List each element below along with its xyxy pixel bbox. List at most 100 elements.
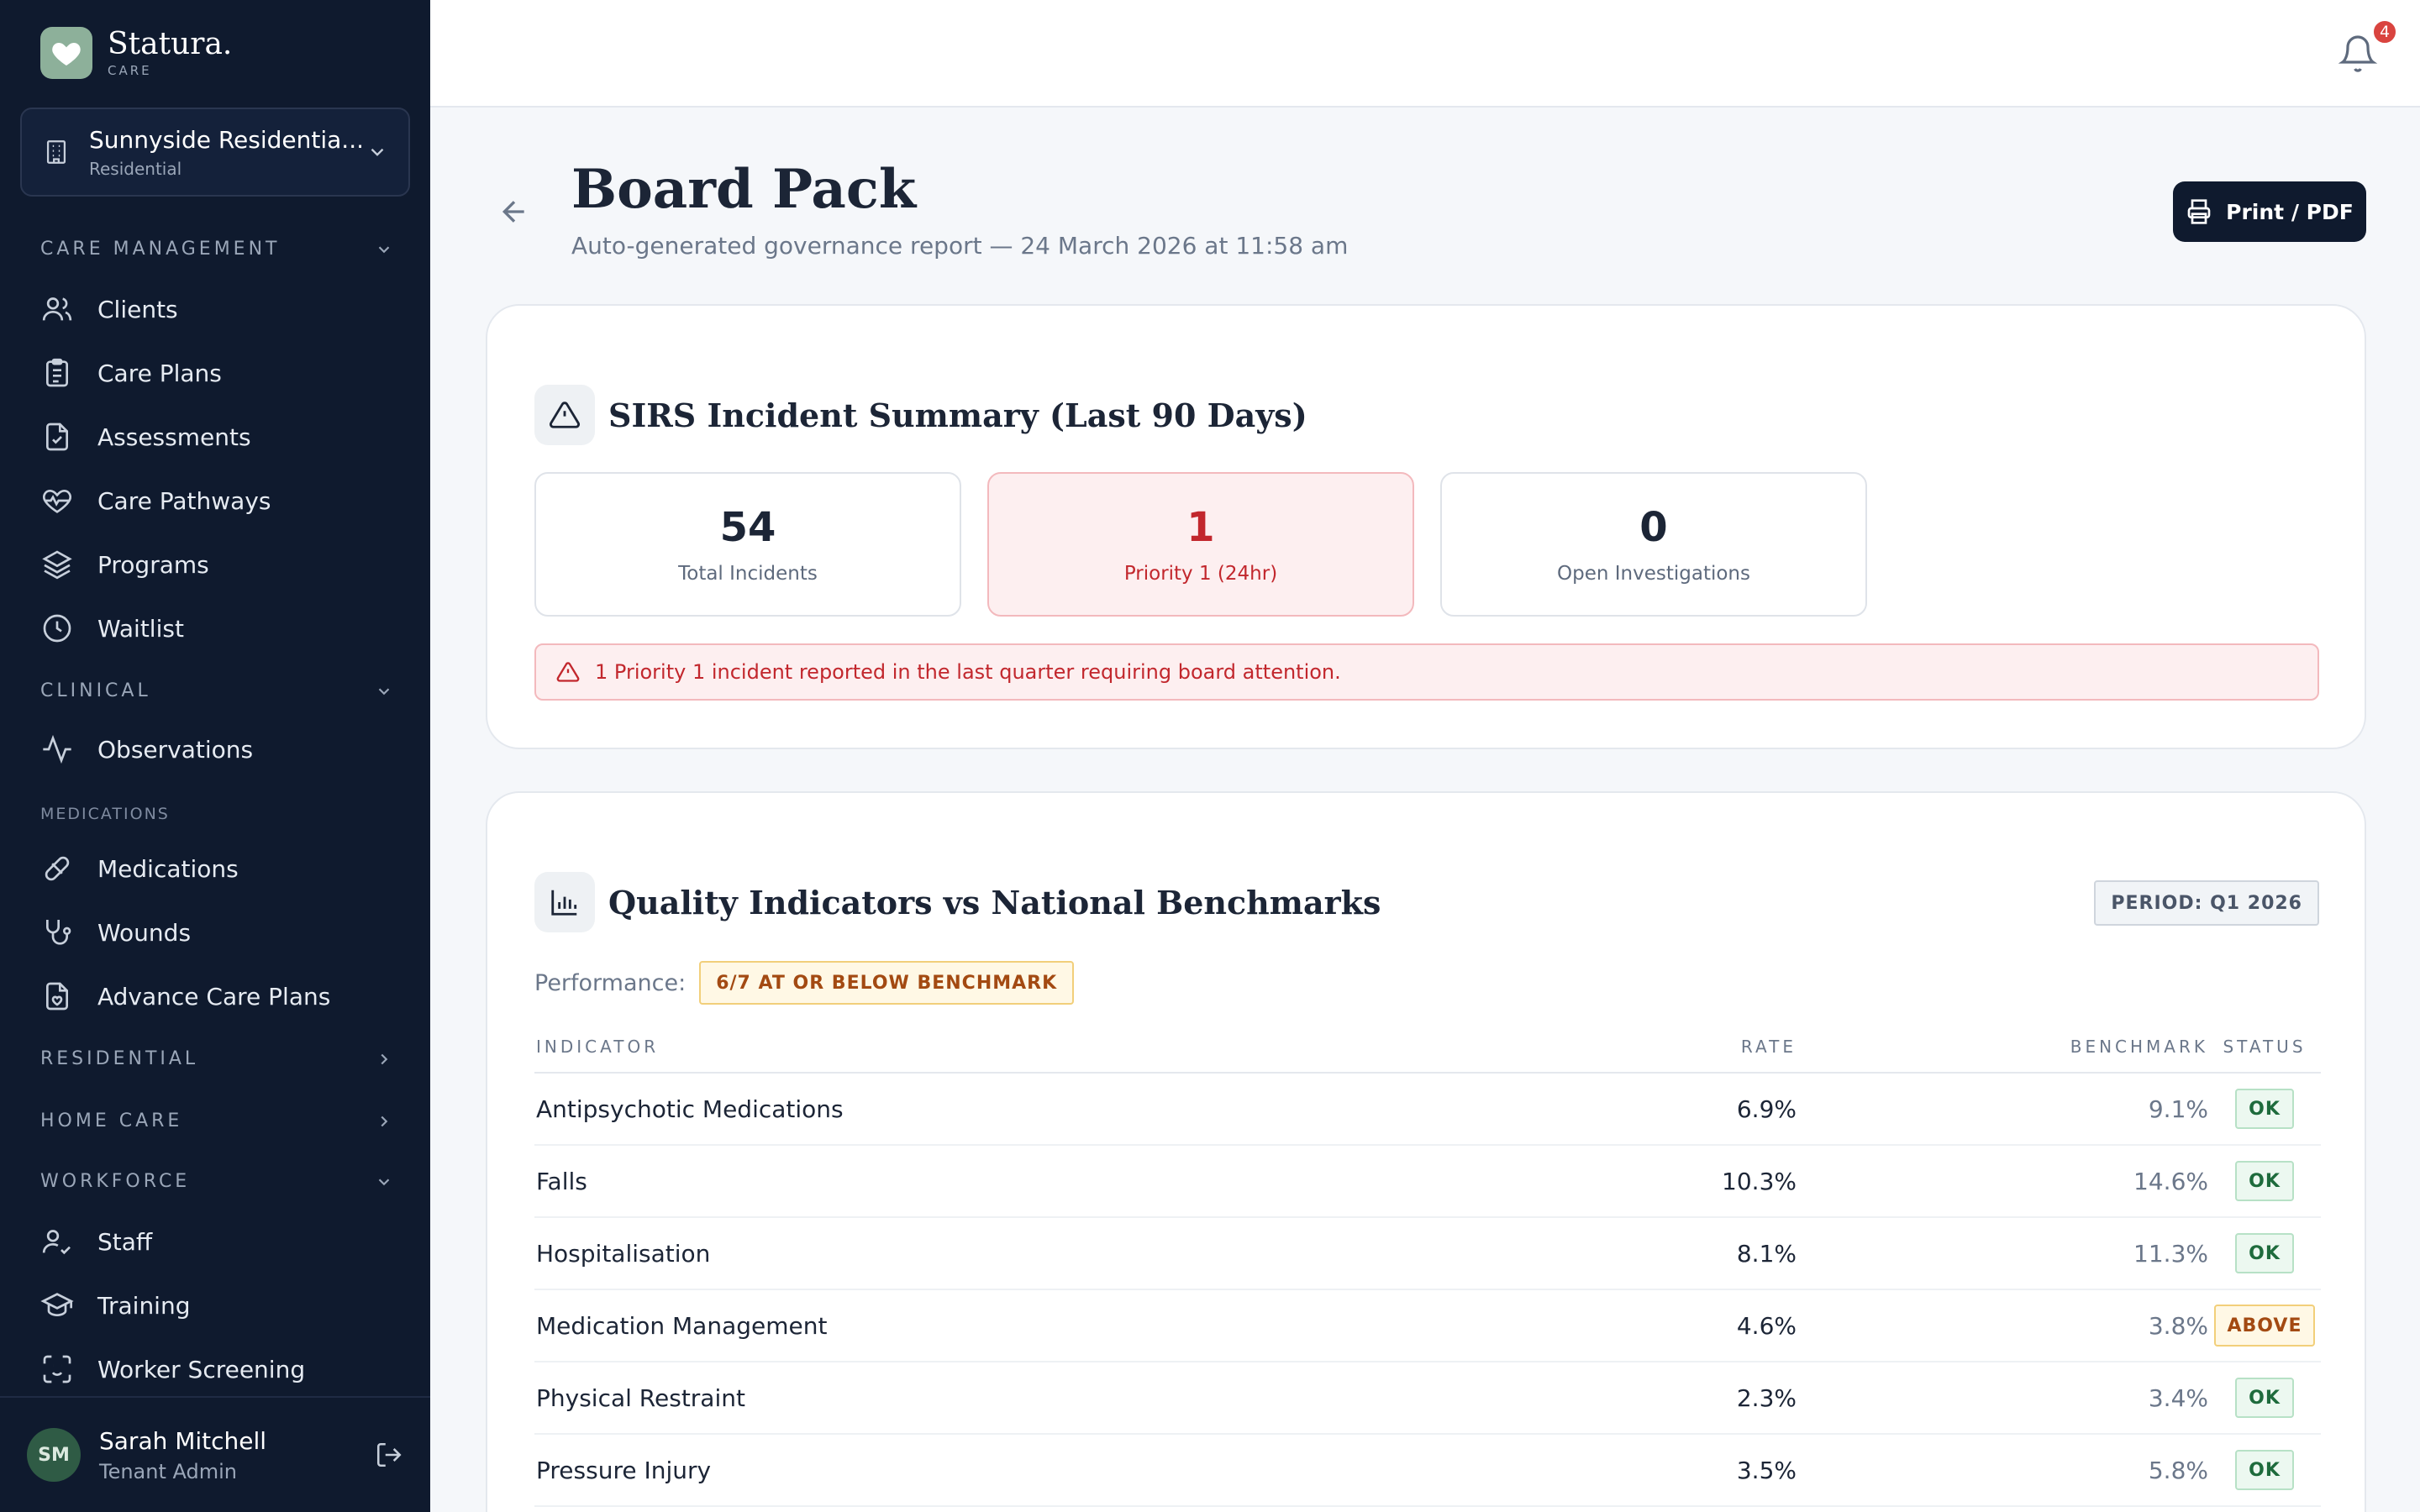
table-row: Pressure Injury 3.5% 5.8% OK xyxy=(534,1435,2321,1507)
nav-item-label: Staff xyxy=(97,1227,153,1256)
brand-sub: CARE xyxy=(108,63,152,78)
graduation-cap-icon xyxy=(40,1293,74,1317)
table-row: Antipsychotic Medications 6.9% 9.1% OK xyxy=(534,1074,2321,1146)
heart-pulse-icon xyxy=(43,489,71,513)
nav-section-home-care[interactable]: HOME CARE xyxy=(40,1110,393,1131)
nav-item-label: Advance Care Plans xyxy=(97,982,331,1011)
status-badge: OK xyxy=(2235,1450,2294,1490)
performance-label: Performance: xyxy=(534,969,687,996)
table-row: Hospitalisation 8.1% 11.3% OK xyxy=(534,1218,2321,1290)
bell-icon[interactable] xyxy=(2338,34,2378,74)
bar-chart-icon xyxy=(534,872,595,932)
nav-item-label: Medications xyxy=(97,854,239,883)
logout-icon[interactable] xyxy=(375,1441,403,1469)
site-name: Sunnyside Residentia... xyxy=(89,125,365,154)
user-role: Tenant Admin xyxy=(99,1459,238,1483)
sirs-incident-card: SIRS Incident Summary (Last 90 Days) 54 … xyxy=(486,304,2366,749)
nav-section-label: CLINICAL xyxy=(40,680,151,701)
heart-logo-icon xyxy=(40,27,92,79)
status-badge: OK xyxy=(2235,1089,2294,1129)
table-row: Falls 10.3% 14.6% OK xyxy=(534,1146,2321,1218)
nav-item-observations[interactable]: Observations xyxy=(40,726,393,773)
cell-benchmark: 3.4% xyxy=(2148,1383,2208,1412)
stat-priority-1: 1 Priority 1 (24hr) xyxy=(987,472,1414,617)
scan-face-icon xyxy=(43,1355,71,1383)
stat-label: Open Investigations xyxy=(1557,563,1750,585)
status-badge: OK xyxy=(2235,1233,2294,1273)
cell-indicator: Physical Restraint xyxy=(536,1383,745,1412)
quality-indicators-card: Quality Indicators vs National Benchmark… xyxy=(486,791,2366,1512)
chevron-down-icon xyxy=(378,245,390,253)
nav-item-label: Care Pathways xyxy=(97,486,271,515)
nav-section-workforce[interactable]: WORKFORCE xyxy=(40,1171,393,1192)
nav-item-training[interactable]: Training xyxy=(40,1282,393,1329)
nav-item-label: Worker Screening xyxy=(97,1355,306,1383)
page-subtitle: Auto-generated governance report — 24 Ma… xyxy=(571,232,1349,260)
priority-alert-banner: 1 Priority 1 incident reported in the la… xyxy=(534,643,2319,701)
alert-triangle-icon xyxy=(556,662,580,682)
table-row: Physical Restraint 2.3% 3.4% OK xyxy=(534,1362,2321,1435)
nav-item-label: Waitlist xyxy=(97,614,184,643)
clipboard-icon xyxy=(46,358,68,387)
status-badge: ABOVE xyxy=(2213,1305,2316,1347)
back-arrow-icon[interactable] xyxy=(497,195,531,228)
print-pdf-button[interactable]: Print / PDF xyxy=(2173,181,2366,242)
chevron-down-icon xyxy=(371,148,384,156)
nav-item-advance-care-plans[interactable]: Advance Care Plans xyxy=(40,973,393,1020)
nav-item-wounds[interactable]: Wounds xyxy=(40,909,393,956)
nav-item-clients[interactable]: Clients xyxy=(40,286,393,333)
nav-item-label: Assessments xyxy=(97,423,251,451)
file-heart-icon xyxy=(46,982,68,1011)
nav-item-label: Training xyxy=(97,1291,191,1320)
stat-total-incidents: 54 Total Incidents xyxy=(534,472,961,617)
cell-benchmark: 14.6% xyxy=(2133,1167,2208,1195)
nav-item-label: Clients xyxy=(97,295,178,323)
nav-item-care-plans[interactable]: Care Plans xyxy=(40,349,393,396)
stat-label: Priority 1 (24hr) xyxy=(1123,563,1278,585)
nav-item-assessments[interactable]: Assessments xyxy=(40,413,393,460)
cell-indicator: Antipsychotic Medications xyxy=(536,1095,844,1123)
quality-title: Quality Indicators vs National Benchmark… xyxy=(608,883,1381,921)
performance-summary: Performance: 6/7 AT OR BELOW BENCHMARK xyxy=(534,961,1075,1005)
nav-item-staff[interactable]: Staff xyxy=(40,1218,393,1265)
status-badge: OK xyxy=(2235,1378,2294,1418)
chevron-right-icon xyxy=(381,1053,388,1064)
brand[interactable]: Statura. CARE xyxy=(40,27,232,79)
file-check-icon xyxy=(46,423,68,451)
cell-indicator: Pressure Injury xyxy=(536,1456,712,1484)
chevron-down-icon xyxy=(378,687,390,695)
nav-section-clinical[interactable]: CLINICAL xyxy=(40,680,393,701)
nav-item-worker-screening[interactable]: Worker Screening xyxy=(40,1346,393,1393)
column-header-indicator: INDICATOR xyxy=(536,1037,660,1057)
cell-benchmark: 3.8% xyxy=(2148,1311,2208,1340)
layers-icon xyxy=(42,550,72,580)
user-profile[interactable]: SM Sarah Mitchell Tenant Admin xyxy=(0,1396,430,1512)
nav-item-waitlist[interactable]: Waitlist xyxy=(40,605,393,652)
nav-item-label: Programs xyxy=(97,550,209,579)
nav-section-residential[interactable]: RESIDENTIAL xyxy=(40,1048,393,1069)
activity-icon xyxy=(43,734,71,764)
stat-open-investigations: 0 Open Investigations xyxy=(1440,472,1867,617)
nav-item-label: Observations xyxy=(97,735,254,764)
nav-item-programs[interactable]: Programs xyxy=(40,541,393,588)
chevron-right-icon xyxy=(381,1116,388,1126)
building-icon xyxy=(46,140,66,164)
nav-subsection-medications: MEDICATIONS xyxy=(40,805,170,823)
chevron-down-icon xyxy=(378,1178,390,1185)
table-row: Medication Management 4.6% 3.8% ABOVE xyxy=(534,1290,2321,1362)
nav-item-medications[interactable]: Medications xyxy=(40,845,393,892)
nav-item-care-pathways[interactable]: Care Pathways xyxy=(40,477,393,524)
cell-rate: 10.3% xyxy=(1722,1167,1797,1195)
site-switcher[interactable]: Sunnyside Residentia... Residential xyxy=(20,108,410,197)
cell-benchmark: 11.3% xyxy=(2133,1239,2208,1268)
column-header-rate: RATE xyxy=(1740,1037,1797,1057)
sirs-title: SIRS Incident Summary (Last 90 Days) xyxy=(608,396,1307,434)
nav-section-care-management[interactable]: CARE MANAGEMENT xyxy=(40,239,393,260)
stat-value: 54 xyxy=(719,504,776,551)
nav-item-label: Wounds xyxy=(97,918,192,947)
brand-name: Statura. xyxy=(108,27,233,61)
status-badge: OK xyxy=(2235,1161,2294,1201)
cell-indicator: Falls xyxy=(536,1167,587,1195)
pill-icon xyxy=(45,856,70,881)
cell-rate: 2.3% xyxy=(1736,1383,1797,1412)
